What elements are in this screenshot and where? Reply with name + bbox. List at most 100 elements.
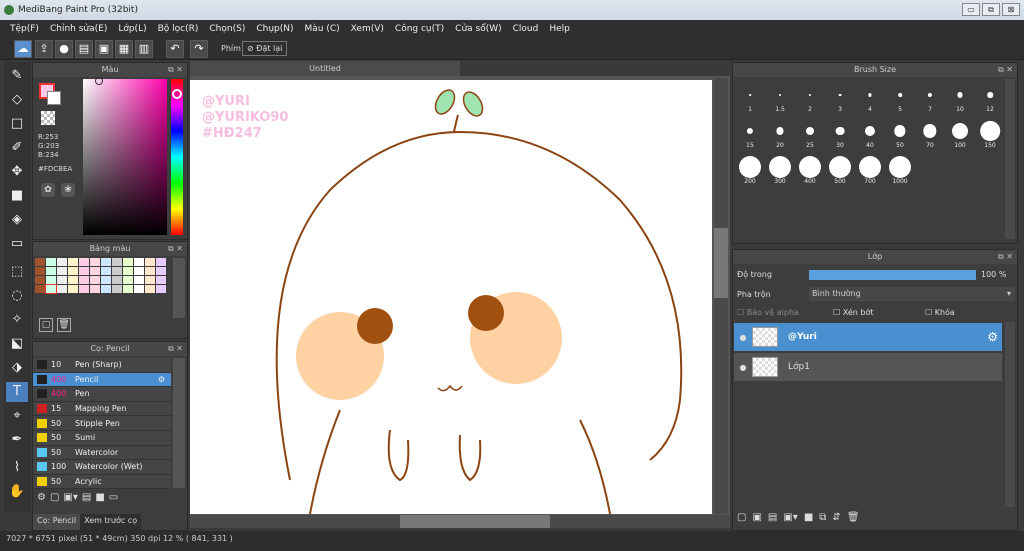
brush-item[interactable]: 400 Pen	[33, 387, 171, 402]
color-picker-cursor[interactable]	[95, 77, 103, 85]
hue-slider[interactable]	[171, 79, 183, 235]
color-field[interactable]	[83, 79, 167, 235]
vertical-scroll-thumb[interactable]	[714, 228, 728, 298]
text-tool-icon[interactable]: T	[6, 382, 28, 402]
palette-swatch[interactable]	[90, 285, 100, 293]
palette-swatch[interactable]	[90, 258, 100, 266]
select-pen-tool-icon[interactable]: ⬕	[6, 334, 28, 354]
transparent-swatch[interactable]	[41, 111, 55, 125]
brush-size-option[interactable]: 12	[975, 81, 1005, 115]
brush-size-option[interactable]: 70	[915, 117, 945, 151]
palette-swatch[interactable]	[101, 258, 111, 266]
brush-item[interactable]: 50 Stipple Pen	[33, 416, 171, 431]
layer-visibility-icon[interactable]: ●	[734, 363, 752, 372]
palette-swatch[interactable]	[46, 258, 56, 266]
brush-size-option[interactable]: 500	[825, 153, 855, 187]
menu-snap[interactable]: Chụp(N)	[256, 20, 293, 38]
brush-size-option[interactable]: 5	[885, 81, 915, 115]
palette-swatch[interactable]	[134, 285, 144, 293]
color-wheel-icon[interactable]: ✿	[41, 183, 55, 197]
brush-size-option[interactable]: 20	[765, 117, 795, 151]
panel-close-icon[interactable]: ⧉ ✕	[168, 242, 183, 256]
brush-size-option[interactable]: 30	[825, 117, 855, 151]
palette-swatch[interactable]	[35, 276, 45, 284]
operation-tool-icon[interactable]: ⌖	[6, 406, 28, 426]
brush-item[interactable]: 400 Pencil ⚙	[33, 372, 171, 388]
brush-size-option[interactable]: 4	[855, 81, 885, 115]
brush-size-option[interactable]: 200	[735, 153, 765, 187]
brush-duplicate-icon[interactable]: ▭	[109, 492, 118, 503]
menu-filter[interactable]: Bộ lọc(R)	[158, 20, 199, 38]
palette-swatch[interactable]	[145, 285, 155, 293]
panel-close-icon[interactable]: ⧉ ✕	[998, 250, 1013, 264]
palette-swatch[interactable]	[68, 285, 78, 293]
palette-swatch[interactable]	[46, 276, 56, 284]
palette-swatch[interactable]	[57, 258, 67, 266]
brush-settings-gear-icon[interactable]: ⚙	[158, 375, 165, 384]
canvas-tab[interactable]: Untitled	[190, 61, 460, 76]
lasso-tool-icon[interactable]: ◌	[6, 286, 28, 306]
canvas-area[interactable]: @YURI @YURIKO90 #HĐ247	[190, 76, 730, 516]
brush-size-option[interactable]: 50	[885, 117, 915, 151]
palette-swatch[interactable]	[45, 284, 57, 294]
brush-import-icon[interactable]: ▣▾	[63, 492, 77, 503]
palette-swatch[interactable]	[79, 267, 89, 275]
undo-icon[interactable]: ↶	[166, 40, 184, 58]
brush-size-option[interactable]: 400	[795, 153, 825, 187]
rectangle-tool-icon[interactable]: □	[6, 114, 28, 134]
brush-copy-icon[interactable]: ▤	[82, 492, 91, 503]
page-icon[interactable]: ▣	[95, 40, 113, 58]
brush-item[interactable]: 15 Mapping Pen	[33, 401, 171, 417]
menu-help[interactable]: Help	[549, 20, 570, 38]
palette-swatch[interactable]	[134, 258, 144, 266]
palette-swatch[interactable]	[35, 285, 45, 293]
menu-view[interactable]: Xem(V)	[351, 20, 384, 38]
menu-edit[interactable]: Chỉnh sửa(E)	[50, 20, 107, 38]
brush-size-option[interactable]: 100	[945, 117, 975, 151]
redo-icon[interactable]: ↷	[190, 40, 208, 58]
palette-swatch[interactable]	[156, 285, 166, 293]
delete-palette-icon[interactable]: 🗑	[57, 318, 71, 332]
share-icon[interactable]: ⇪	[35, 40, 53, 58]
lock-checkbox[interactable]: ☐ Khóa	[925, 308, 955, 317]
merge-layer-icon[interactable]: ⇵	[832, 512, 840, 523]
cloud-icon[interactable]: ☁	[14, 40, 32, 58]
horizontal-scroll-thumb[interactable]	[400, 515, 550, 528]
opacity-slider[interactable]	[809, 270, 976, 280]
select-eraser-tool-icon[interactable]: ⬗	[6, 358, 28, 378]
panel-close-icon[interactable]: ⧉ ✕	[168, 63, 183, 77]
palette-swatch[interactable]	[68, 258, 78, 266]
brush-size-option[interactable]: 1.5	[765, 81, 795, 115]
palette-swatch[interactable]	[90, 267, 100, 275]
hue-cursor[interactable]	[172, 89, 182, 99]
palette-swatch[interactable]	[35, 258, 45, 266]
brush-size-option[interactable]: 300	[765, 153, 795, 187]
palette-swatch[interactable]	[90, 276, 100, 284]
move-tool-icon[interactable]: ✥	[6, 162, 28, 182]
palette-swatch[interactable]	[79, 258, 89, 266]
palette-swatch[interactable]	[57, 285, 67, 293]
menu-file[interactable]: Tệp(F)	[10, 20, 39, 38]
brush-size-option[interactable]: 700	[855, 153, 885, 187]
comment-icon[interactable]: ●	[55, 40, 73, 58]
brush-item[interactable]: 50 Acrylic	[33, 474, 171, 490]
palette-swatch[interactable]	[46, 267, 56, 275]
color-picker-icon[interactable]: ❀	[61, 183, 75, 197]
grid-icon[interactable]: ▥	[135, 40, 153, 58]
layer-row-yuri[interactable]: ● @Yuri ⚙	[734, 323, 1002, 351]
brush-item[interactable]: 50 Watercolor	[33, 445, 171, 461]
palette-swatch[interactable]	[145, 267, 155, 275]
brush-size-option[interactable]: 150	[975, 117, 1005, 151]
bucket-tool-icon[interactable]: ◈	[6, 210, 28, 230]
fill-rect-tool-icon[interactable]: ■	[6, 186, 28, 206]
gradient-tool-icon[interactable]: ▭	[6, 234, 28, 254]
layer-scrollbar[interactable]	[1005, 322, 1015, 507]
palette-swatch[interactable]	[123, 267, 133, 275]
reset-button[interactable]: ⊘ Đặt lại	[242, 41, 288, 56]
palette-swatch[interactable]	[134, 276, 144, 284]
menu-cloud[interactable]: Cloud	[513, 20, 539, 38]
menu-select[interactable]: Chọn(S)	[209, 20, 245, 38]
secondary-color-swatch[interactable]	[47, 91, 61, 105]
palette-swatch[interactable]	[123, 276, 133, 284]
palette-swatch[interactable]	[101, 267, 111, 275]
